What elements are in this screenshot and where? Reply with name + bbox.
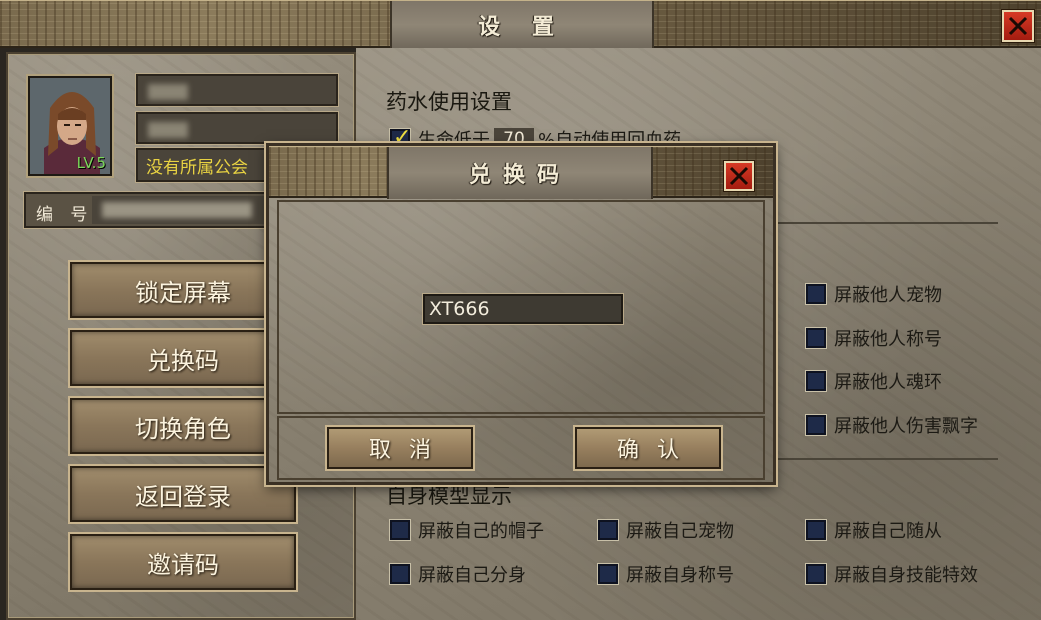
cancel-button[interactable]: 取消 xyxy=(325,425,475,471)
close-icon xyxy=(1008,16,1028,36)
settings-title-plate: 设 置 xyxy=(390,1,654,49)
avatar: LV.5 xyxy=(26,74,114,178)
potion-section-title: 药水使用设置 xyxy=(386,90,512,114)
redacted-server xyxy=(148,122,188,138)
confirm-button[interactable]: 确认 xyxy=(573,425,723,471)
hide-others-damage-label: 屏蔽他人伤害飘字 xyxy=(834,416,978,437)
hide-self-pet-checkbox[interactable] xyxy=(597,519,619,541)
hide-self-pet-row[interactable]: 屏蔽自己宠物 xyxy=(597,517,734,543)
lock-screen-button[interactable]: 锁定屏幕 xyxy=(68,260,298,320)
hide-others-soulring-row[interactable]: 屏蔽他人魂环 xyxy=(805,368,942,394)
return-login-button[interactable]: 返回登录 xyxy=(68,464,298,524)
settings-titlebar: 设 置 xyxy=(0,0,1041,49)
hide-others-damage-checkbox[interactable] xyxy=(805,414,827,436)
hide-self-hat-checkbox[interactable] xyxy=(389,519,411,541)
hide-self-follower-row[interactable]: 屏蔽自己随从 xyxy=(805,517,942,543)
close-icon xyxy=(729,166,749,186)
invite-code-button[interactable]: 邀请码 xyxy=(68,532,298,592)
player-level: LV.5 xyxy=(76,154,106,172)
hide-self-title-label: 屏蔽自身称号 xyxy=(626,565,734,586)
hide-self-follower-checkbox[interactable] xyxy=(805,519,827,541)
hide-self-clone-label: 屏蔽自己分身 xyxy=(418,565,526,586)
hide-others-title-row[interactable]: 屏蔽他人称号 xyxy=(805,325,942,351)
player-id-value xyxy=(92,196,272,224)
hide-self-title-checkbox[interactable] xyxy=(597,563,619,585)
hide-others-title-checkbox[interactable] xyxy=(805,327,827,349)
settings-title: 设 置 xyxy=(478,14,566,40)
player-id-row: 编 号 xyxy=(23,191,275,229)
hide-self-clone-checkbox[interactable] xyxy=(389,563,411,585)
redacted-name xyxy=(148,84,188,100)
hide-others-pet-row[interactable]: 屏蔽他人宠物 xyxy=(805,281,942,307)
hide-self-title-row[interactable]: 屏蔽自身称号 xyxy=(597,561,734,587)
hide-self-clone-row[interactable]: 屏蔽自己分身 xyxy=(389,561,526,587)
hide-others-pet-label: 屏蔽他人宠物 xyxy=(834,285,942,306)
hide-others-title-label: 屏蔽他人称号 xyxy=(834,329,942,350)
redeem-dialog-title: 兑换码 xyxy=(468,162,571,188)
settings-close-button[interactable] xyxy=(1001,9,1035,43)
hide-self-skill-fx-label: 屏蔽自身技能特效 xyxy=(834,565,978,586)
hide-self-skill-fx-row[interactable]: 屏蔽自身技能特效 xyxy=(805,561,978,587)
redeem-dialog-title-plate: 兑换码 xyxy=(387,147,653,199)
guild-field: 没有所属公会 xyxy=(135,147,269,183)
hide-self-follower-label: 屏蔽自己随从 xyxy=(834,521,942,542)
redeem-dialog-close-button[interactable] xyxy=(723,160,755,192)
redeem-dialog-footer: 取消 确认 xyxy=(277,416,765,480)
redeem-code-button[interactable]: 兑换码 xyxy=(68,328,298,388)
redeem-dialog: 兑换码 XT666 取消 确认 xyxy=(264,141,778,487)
redeem-code-input[interactable]: XT666 xyxy=(422,293,624,325)
player-id-label: 编 号 xyxy=(36,205,94,225)
redeem-dialog-titlebar: 兑换码 xyxy=(269,146,773,199)
hide-self-hat-row[interactable]: 屏蔽自己的帽子 xyxy=(389,517,544,543)
hide-others-damage-row[interactable]: 屏蔽他人伤害飘字 xyxy=(805,412,978,438)
hide-others-pet-checkbox[interactable] xyxy=(805,283,827,305)
hide-others-soulring-checkbox[interactable] xyxy=(805,370,827,392)
player-server-field xyxy=(135,111,339,145)
player-name-field xyxy=(135,73,339,107)
redacted-id xyxy=(102,202,252,218)
hide-self-pet-label: 屏蔽自己宠物 xyxy=(626,521,734,542)
hide-others-soulring-label: 屏蔽他人魂环 xyxy=(834,372,942,393)
redeem-dialog-body: XT666 xyxy=(277,200,765,414)
hide-self-skill-fx-checkbox[interactable] xyxy=(805,563,827,585)
switch-character-button[interactable]: 切换角色 xyxy=(68,396,298,456)
hide-self-hat-label: 屏蔽自己的帽子 xyxy=(418,521,544,542)
